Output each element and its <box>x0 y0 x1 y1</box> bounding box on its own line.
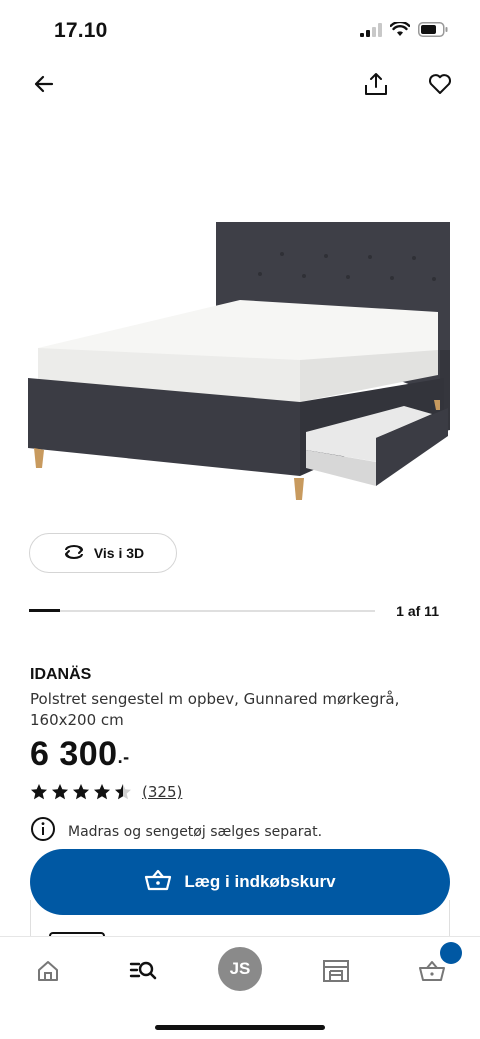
nav-home[interactable] <box>26 951 70 995</box>
home-icon <box>36 959 60 988</box>
star-icon <box>115 784 131 800</box>
share-icon[interactable] <box>356 64 396 104</box>
product-name: IDANÄS <box>30 666 92 683</box>
product-image[interactable] <box>20 200 460 510</box>
star-icon <box>94 784 110 800</box>
battery-icon <box>418 22 448 42</box>
bottom-nav: JS <box>0 936 480 1039</box>
notice-row: Madras og sengetøj sælges separat. <box>30 816 322 847</box>
star-icon <box>52 784 68 800</box>
rating-stars <box>30 783 132 801</box>
nav-store[interactable] <box>314 951 358 995</box>
rating-row[interactable]: (325) <box>30 783 182 801</box>
profile-avatar[interactable]: JS <box>218 947 262 991</box>
notice-text: Madras og sengetøj sælges separat. <box>68 823 323 840</box>
gallery-slider[interactable]: 1 af 11 <box>29 600 449 624</box>
cart-badge <box>440 942 462 964</box>
star-icon <box>73 784 89 800</box>
rotate-3d-icon <box>62 544 86 563</box>
status-icons <box>360 20 448 42</box>
home-indicator <box>155 1025 325 1030</box>
review-count-link[interactable]: (325) <box>142 783 182 801</box>
cart-icon <box>418 959 446 988</box>
add-to-cart-label: Læg i indkøbskurv <box>184 872 336 891</box>
top-nav <box>0 64 480 108</box>
status-bar: 17.10 <box>0 0 480 60</box>
info-icon <box>30 816 56 847</box>
price-suffix: .- <box>117 747 130 767</box>
price-value: 6 300 <box>30 735 118 773</box>
back-arrow-icon[interactable] <box>24 64 64 104</box>
store-icon <box>322 959 350 988</box>
product-price: 6 300.- <box>30 735 130 774</box>
cellular-signal-icon <box>360 22 382 42</box>
wifi-icon <box>389 20 411 42</box>
add-to-cart-button[interactable]: Læg i indkøbskurv <box>30 849 450 915</box>
slider-progress <box>29 609 60 612</box>
search-list-icon <box>129 959 157 988</box>
nav-search[interactable] <box>121 951 165 995</box>
product-description: Polstret sengestel m opbev, Gunnared mør… <box>30 690 400 729</box>
status-time: 17.10 <box>54 19 108 42</box>
heart-icon[interactable] <box>420 64 460 104</box>
view-3d-label: Vis i 3D <box>93 545 145 561</box>
star-icon <box>31 784 47 800</box>
bed-icon <box>28 222 450 500</box>
gallery-position: 1 af 11 <box>396 603 439 619</box>
view-3d-button[interactable]: Vis i 3D <box>29 533 177 573</box>
slider-track <box>29 610 375 612</box>
cart-icon <box>144 868 172 897</box>
